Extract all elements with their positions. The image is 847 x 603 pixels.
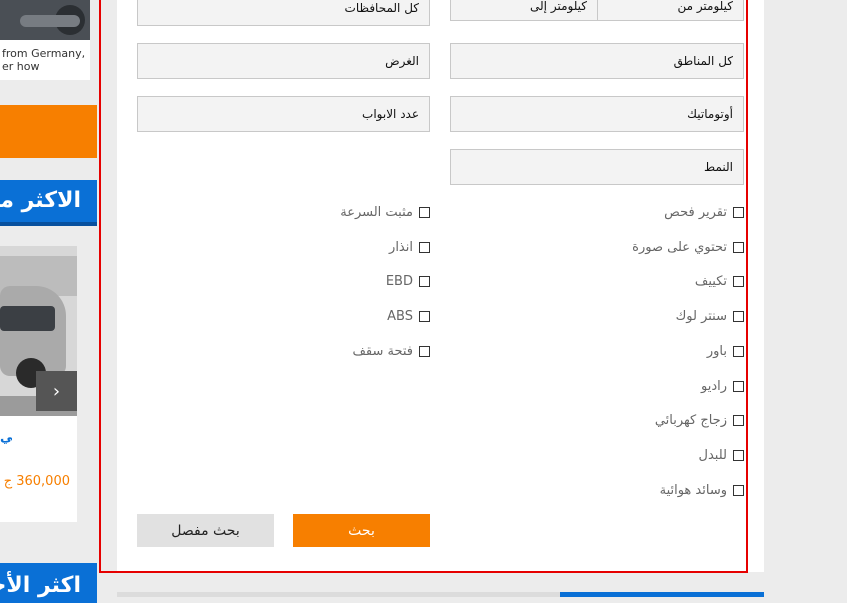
bottom-tab-accent xyxy=(560,592,764,597)
latest-news-header: اكثر الأخبار xyxy=(0,563,97,603)
most-viewed-title: الاكثر مشاهدة xyxy=(0,188,81,213)
news-card[interactable]: from Germany, er how xyxy=(0,0,90,80)
most-viewed-header: الاكثر مشاهدة xyxy=(0,180,97,226)
car-price: 360,000 ج xyxy=(3,474,70,489)
car-card[interactable]: › مي 360,000 ج xyxy=(0,246,77,522)
selection-highlight xyxy=(99,0,748,573)
latest-news-title: اكثر الأخبار xyxy=(0,573,81,598)
news-snippet-line2: er how xyxy=(2,60,40,73)
orange-banner[interactable] xyxy=(0,105,97,158)
car-title[interactable]: مي xyxy=(0,430,12,445)
sidebar: from Germany, er how الاكثر مشاهدة › مي … xyxy=(0,0,98,603)
chevron-right-icon[interactable]: › xyxy=(36,371,77,411)
news-snippet-line1: from Germany, xyxy=(2,47,86,60)
news-thumbnail xyxy=(0,0,90,40)
